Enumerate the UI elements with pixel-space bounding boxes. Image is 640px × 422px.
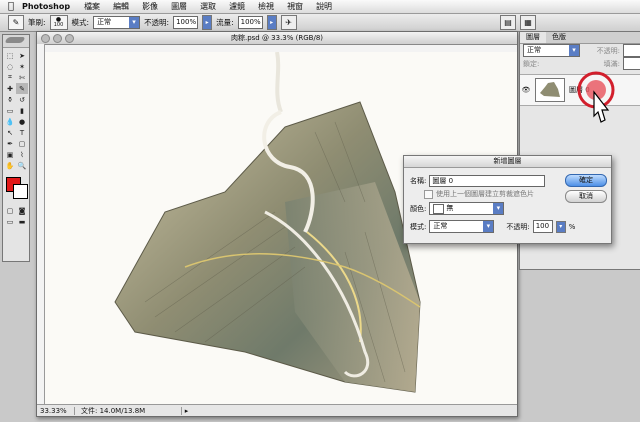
menu-image[interactable]: 影像 bbox=[142, 1, 158, 12]
layer-thumbnail bbox=[535, 78, 565, 102]
menu-window[interactable]: 視窗 bbox=[287, 1, 303, 12]
document-titlebar[interactable]: 肉粽.psd @ 33.3% (RGB/8) bbox=[37, 32, 517, 45]
layer-name-input[interactable]: 圖層 0 bbox=[429, 175, 546, 187]
file-browser-icon[interactable]: ▤ bbox=[500, 15, 516, 30]
slice-tool-icon[interactable]: ✄ bbox=[16, 72, 28, 83]
opacity-label: 不透明: bbox=[144, 18, 170, 27]
document-status-bar: 33.33% 文件: 14.0M/13.8M ▸ bbox=[37, 404, 517, 416]
new-layer-dialog: 新增圖層 名稱: 圖層 0 使用上一個圖層建立剪裁遮色片 顏色: 無 模式: 正… bbox=[403, 155, 612, 244]
click-cursor-icon bbox=[577, 71, 615, 123]
notes-tool-icon[interactable]: ▣ bbox=[4, 149, 16, 160]
pen-tool-icon[interactable]: ✒ bbox=[4, 138, 16, 149]
eyedropper-icon[interactable]: ⌇ bbox=[16, 149, 28, 160]
lock-label: 鎖定: bbox=[523, 59, 540, 68]
dodge-tool-icon[interactable]: ● bbox=[16, 116, 28, 127]
menu-app-name[interactable]: Photoshop bbox=[22, 2, 70, 11]
apple-icon[interactable]:  bbox=[0, 1, 22, 12]
dialog-opacity-input[interactable]: 100 bbox=[532, 220, 553, 233]
percent-sign: % bbox=[568, 222, 576, 231]
brush-tool-preset-icon[interactable]: ✎ bbox=[8, 15, 24, 30]
marquee-tool-icon[interactable]: ⬚ bbox=[4, 50, 16, 61]
mode-label: 模式: bbox=[71, 18, 90, 27]
color-select[interactable]: 無 bbox=[429, 202, 505, 215]
vertical-ruler[interactable] bbox=[37, 44, 45, 404]
mode-select[interactable]: 正常 bbox=[93, 16, 141, 29]
layer-name-label: 名稱: bbox=[410, 177, 427, 185]
menu-filter[interactable]: 濾鏡 bbox=[229, 1, 245, 12]
menu-help[interactable]: 說明 bbox=[316, 1, 332, 12]
eraser-tool-icon[interactable]: ▭ bbox=[4, 105, 16, 116]
quick-mask-icon[interactable]: ◙ bbox=[16, 205, 28, 216]
dialog-mode-label: 模式: bbox=[410, 222, 427, 231]
document-title: 肉粽.psd @ 33.3% (RGB/8) bbox=[230, 34, 324, 42]
crop-tool-icon[interactable]: ⌗ bbox=[4, 72, 16, 83]
lasso-tool-icon[interactable]: ◌ bbox=[4, 61, 16, 72]
screen-mode-1-icon[interactable]: ▭ bbox=[4, 216, 16, 227]
screen-mode-2-icon[interactable]: ▬ bbox=[16, 216, 28, 227]
brush-label: 筆刷: bbox=[28, 18, 46, 27]
menu-view[interactable]: 檢視 bbox=[258, 1, 274, 12]
shape-tool-icon[interactable]: ▢ bbox=[16, 138, 28, 149]
menu-layer[interactable]: 圖層 bbox=[171, 1, 187, 12]
gradient-tool-icon[interactable]: ▮ bbox=[16, 105, 28, 116]
background-color[interactable] bbox=[13, 184, 28, 199]
standard-mode-icon[interactable]: ▢ bbox=[4, 205, 16, 216]
dialog-title: 新增圖層 bbox=[404, 156, 611, 168]
flow-label: 流量: bbox=[216, 18, 234, 27]
menu-bar:  Photoshop 檔案 編輯 影像 圖層 選取 濾鏡 檢視 視窗 說明 bbox=[0, 0, 640, 14]
move-tool-icon[interactable]: ➤ bbox=[16, 50, 28, 61]
close-window-icon[interactable] bbox=[41, 34, 50, 43]
clipping-mask-label: 使用上一個圖層建立剪裁遮色片 bbox=[436, 190, 534, 198]
airbrush-icon[interactable]: ✈ bbox=[280, 15, 297, 30]
fill-label: 填滿: bbox=[603, 59, 620, 68]
brush-size-value: 100 bbox=[53, 22, 64, 28]
feather-icon bbox=[4, 37, 26, 43]
color-label: 顏色: bbox=[410, 204, 427, 213]
flow-arrow-icon[interactable]: ▸ bbox=[266, 15, 277, 30]
file-size-info: 文件: 14.0M/13.8M bbox=[81, 406, 146, 415]
dialog-opacity-arrow-icon[interactable]: ▾ bbox=[555, 220, 566, 233]
color-swatch bbox=[433, 203, 445, 214]
magic-wand-icon[interactable]: ✶ bbox=[16, 61, 28, 72]
menu-edit[interactable]: 編輯 bbox=[113, 1, 129, 12]
ok-button[interactable]: 確定 bbox=[565, 174, 607, 187]
opacity-input[interactable]: 100% bbox=[173, 16, 199, 29]
brush-preview[interactable]: ● 100 bbox=[49, 15, 68, 30]
type-tool-icon[interactable]: T bbox=[16, 127, 28, 138]
cancel-button[interactable]: 取消 bbox=[565, 190, 607, 203]
zoom-level[interactable]: 33.33% bbox=[37, 406, 75, 415]
flow-input[interactable]: 100% bbox=[237, 16, 263, 29]
clipping-mask-checkbox[interactable] bbox=[424, 189, 433, 199]
tab-channels[interactable]: 色版 bbox=[546, 32, 572, 43]
tab-layers[interactable]: 圖層 bbox=[520, 32, 546, 43]
color-value: 無 bbox=[446, 204, 454, 212]
status-menu-arrow-icon[interactable]: ▸ bbox=[181, 406, 191, 415]
dialog-opacity-label: 不透明: bbox=[506, 222, 530, 231]
healing-brush-icon[interactable]: ✚ bbox=[4, 83, 16, 94]
clone-stamp-icon[interactable]: ⚱ bbox=[4, 94, 16, 105]
history-brush-icon[interactable]: ↺ bbox=[16, 94, 28, 105]
toolbox: ⬚ ➤ ◌ ✶ ⌗ ✄ ✚ ✎ ⚱ ↺ ▭ ▮ 💧 ● ↖ T ✒ ▢ ▣ ⌇ … bbox=[2, 34, 30, 262]
path-select-icon[interactable]: ↖ bbox=[4, 127, 16, 138]
minimize-window-icon[interactable] bbox=[53, 34, 62, 43]
zoom-window-icon[interactable] bbox=[65, 34, 74, 43]
layer-opacity-label: 不透明: bbox=[596, 46, 620, 55]
brush-tool-icon[interactable]: ✎ bbox=[16, 83, 28, 94]
layer-blend-mode-select[interactable]: 正常 bbox=[523, 44, 580, 57]
layer-opacity-input[interactable] bbox=[623, 44, 640, 57]
dialog-mode-select[interactable]: 正常 bbox=[429, 220, 495, 233]
menu-select[interactable]: 選取 bbox=[200, 1, 216, 12]
palette-toggle-icon[interactable]: ▦ bbox=[520, 15, 536, 30]
layer-fill-input[interactable] bbox=[623, 57, 640, 70]
opacity-arrow-icon[interactable]: ▸ bbox=[202, 15, 213, 30]
color-swatches bbox=[4, 175, 28, 201]
options-bar: ✎ 筆刷: ● 100 模式: 正常 不透明: 100% ▸ 流量: 100% … bbox=[0, 14, 640, 32]
hand-tool-icon[interactable]: ✋ bbox=[4, 160, 16, 171]
blur-tool-icon[interactable]: 💧 bbox=[4, 116, 16, 127]
visibility-eye-icon[interactable]: 👁 bbox=[520, 86, 532, 94]
menu-file[interactable]: 檔案 bbox=[84, 1, 100, 12]
zoom-tool-icon[interactable]: 🔍 bbox=[16, 160, 28, 171]
toolbox-grip[interactable] bbox=[3, 35, 29, 48]
